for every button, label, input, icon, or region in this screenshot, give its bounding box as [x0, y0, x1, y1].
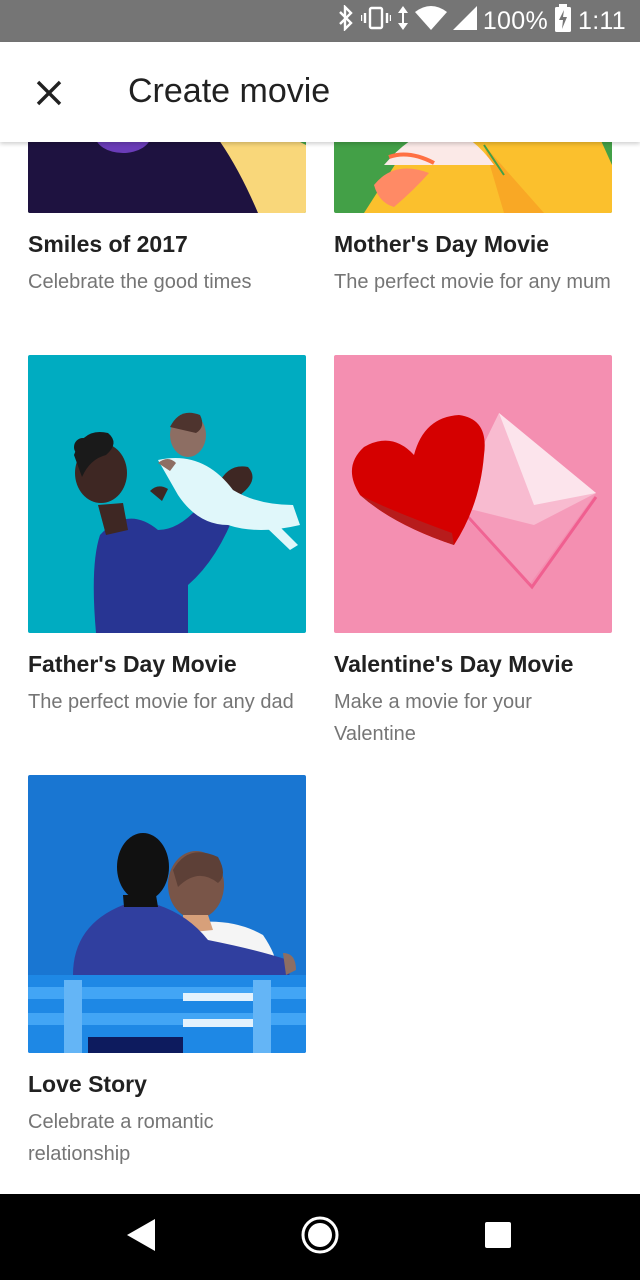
home-button[interactable] [297, 1214, 343, 1260]
card-title: Mother's Day Movie [334, 231, 550, 257]
smiles-illustration [28, 142, 306, 213]
back-triangle-icon [125, 1218, 157, 1257]
data-arrows-icon [397, 5, 409, 38]
page-title: Create movie [128, 72, 331, 110]
card-love-story[interactable]: Love Story Celebrate a romantic relation… [28, 775, 306, 1170]
recents-button[interactable] [475, 1214, 521, 1260]
back-button[interactable] [118, 1214, 164, 1260]
cell-signal-icon [452, 5, 477, 38]
movie-template-grid[interactable]: Smiles of 2017 Celebrate the good times … [0, 142, 640, 1194]
card-valentines-day-movie[interactable]: Valentine's Day Movie Make a movie for y… [334, 355, 612, 750]
card-description: Celebrate a romantic relationship [28, 1111, 214, 1165]
card-description: The perfect movie for any mum [334, 271, 611, 293]
close-icon [35, 79, 63, 112]
vibrate-icon [359, 6, 393, 37]
wifi-icon [414, 5, 447, 38]
home-circle-icon [300, 1215, 340, 1260]
battery-charging-icon [554, 3, 572, 39]
app-bar: Create movie [0, 42, 640, 142]
fathers-day-illustration [28, 355, 306, 633]
card-title: Smiles of 2017 [28, 231, 188, 257]
recents-square-icon [484, 1221, 512, 1254]
love-story-illustration [28, 775, 306, 1053]
bluetooth-icon [337, 3, 355, 38]
card-mothers-day-movie[interactable]: Mother's Day Movie The perfect movie for… [334, 142, 612, 298]
navigation-bar [0, 1194, 640, 1280]
card-title: Love Story [28, 1071, 147, 1097]
card-description: Celebrate the good times [28, 271, 252, 293]
status-icons: 100% 1:11 [337, 0, 626, 42]
battery-percent: 100% [482, 6, 548, 35]
status-bar: 100% 1:11 [0, 0, 640, 42]
card-title: Father's Day Movie [28, 651, 237, 677]
valentines-illustration [334, 355, 612, 633]
card-description: Make a movie for your Valentine [334, 691, 532, 745]
card-fathers-day-movie[interactable]: Father's Day Movie The perfect movie for… [28, 355, 306, 718]
close-button[interactable] [22, 68, 76, 122]
mothers-day-illustration [334, 142, 612, 213]
card-description: The perfect movie for any dad [28, 691, 294, 713]
card-title: Valentine's Day Movie [334, 651, 574, 677]
card-smiles-of-2017[interactable]: Smiles of 2017 Celebrate the good times [28, 142, 306, 298]
clock: 1:11 [577, 6, 626, 35]
